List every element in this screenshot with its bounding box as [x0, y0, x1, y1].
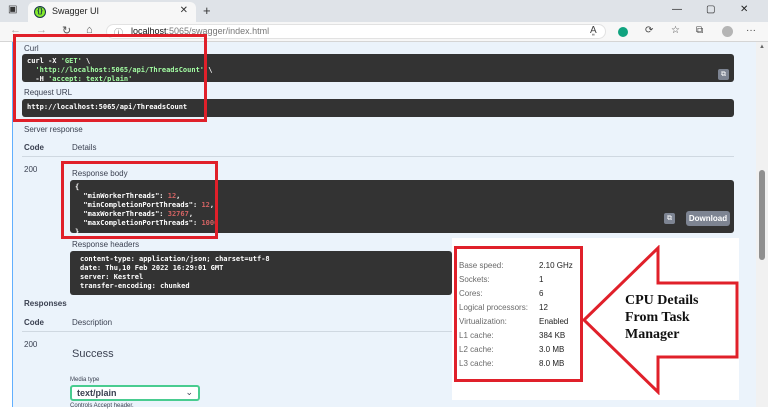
scrollbar-thumb[interactable]: [759, 170, 765, 260]
sidebar-toggle-icon[interactable]: ▣: [8, 4, 17, 15]
more-menu-icon[interactable]: ···: [746, 25, 756, 36]
swagger-favicon-icon: {}: [34, 6, 46, 18]
response-headers-label: Response headers: [72, 240, 140, 249]
header-line: server: Kestrel: [80, 273, 144, 281]
annotation-line-3: Manager: [625, 327, 680, 342]
favorites-icon[interactable]: ☆: [671, 25, 680, 36]
header-line: content-type: application/json; charset=…: [80, 255, 270, 263]
responses-label: Responses: [24, 299, 67, 308]
read-aloud-icon[interactable]: A͈: [590, 25, 597, 36]
response-code: 200: [24, 165, 38, 174]
response-divider: [22, 156, 734, 157]
responses-code-200: 200: [24, 340, 38, 349]
extension-green-icon[interactable]: [618, 27, 628, 37]
response-headers-block: content-type: application/json; charset=…: [70, 251, 452, 295]
minimize-icon[interactable]: —: [672, 4, 682, 15]
tab-strip: ▣ {} Swagger UI ✕ + — ▢ ✕: [0, 0, 768, 22]
server-response-label: Server response: [24, 125, 83, 134]
curl-highlight-box: [13, 34, 207, 122]
code-header: Code: [24, 143, 44, 152]
controls-accept-label: Controls Accept header.: [70, 403, 134, 409]
media-type-value: text/plain: [77, 388, 117, 398]
extension-icon[interactable]: ⟳: [645, 25, 653, 36]
responses-divider: [22, 331, 452, 332]
download-button[interactable]: Download: [686, 211, 730, 226]
browser-tab[interactable]: {} Swagger UI ✕: [28, 2, 196, 22]
responses-code-header: Code: [24, 318, 44, 327]
details-header: Details: [72, 143, 97, 152]
new-tab-icon[interactable]: +: [203, 3, 211, 18]
scroll-up-arrow-icon[interactable]: ▲: [759, 44, 765, 50]
cpu-highlight-box: [454, 246, 583, 382]
collections-icon[interactable]: ⧉: [696, 25, 703, 36]
tab-close-icon[interactable]: ✕: [180, 5, 188, 16]
header-line: date: Thu,10 Feb 2022 16:29:01 GMT: [80, 264, 224, 272]
media-type-select[interactable]: text/plain ⌄: [70, 385, 200, 401]
annotation-line-1: CPU Details: [625, 293, 699, 308]
window-close-icon[interactable]: ✕: [740, 4, 748, 15]
maximize-icon[interactable]: ▢: [706, 4, 715, 15]
copy-response-icon[interactable]: ⧉: [664, 213, 675, 224]
success-description: Success: [72, 348, 114, 360]
response-body-highlight-box: [61, 161, 218, 239]
header-line: transfer-encoding: chunked: [80, 282, 190, 290]
tab-title: Swagger UI: [52, 6, 100, 16]
annotation-line-2: From Task: [625, 310, 690, 325]
profile-avatar-icon[interactable]: [722, 26, 733, 37]
description-header: Description: [72, 318, 113, 327]
copy-curl-icon[interactable]: ⧉: [718, 69, 729, 80]
chevron-down-icon: ⌄: [185, 387, 193, 397]
media-type-label: Media type: [70, 377, 100, 383]
